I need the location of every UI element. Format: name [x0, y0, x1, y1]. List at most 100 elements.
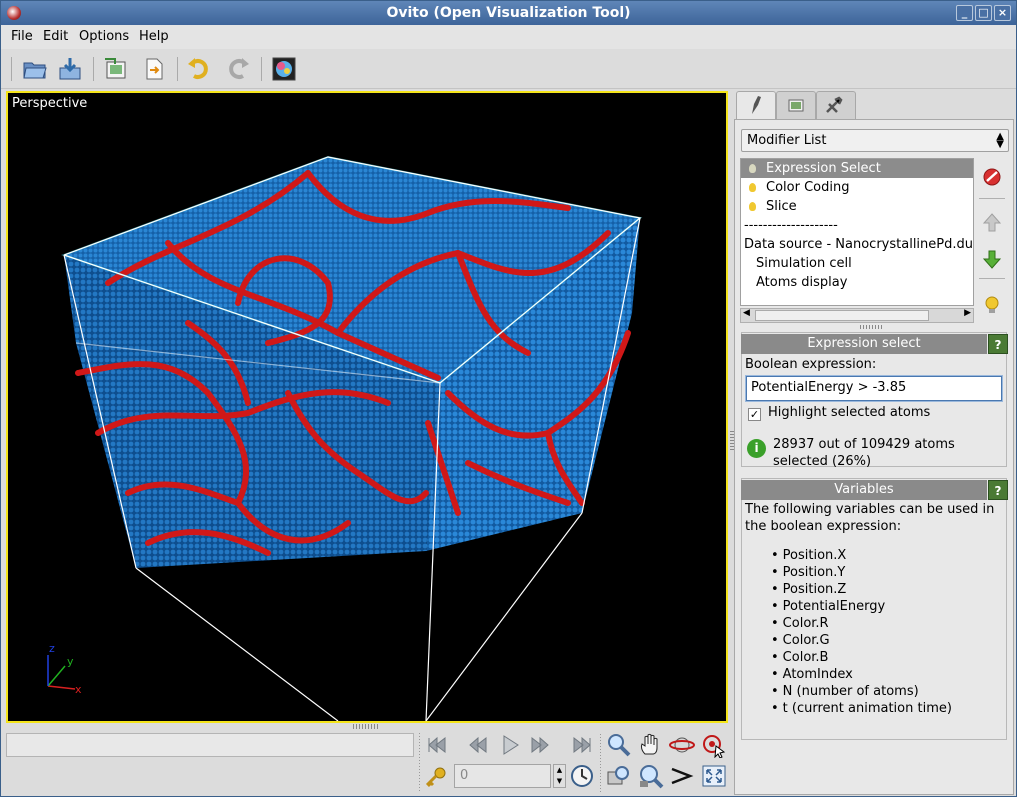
expression-help-button[interactable]: ?: [988, 334, 1008, 354]
list-item: Color.R: [771, 615, 952, 632]
frame-spinner-input[interactable]: 0: [454, 764, 551, 788]
highlight-checkbox-label[interactable]: Highlight selected atoms: [768, 405, 930, 420]
window-title: Ovito (Open Visualization Tool): [386, 5, 631, 21]
perspective-icon[interactable]: [668, 763, 696, 789]
list-item: Position.Y: [771, 564, 952, 581]
export-image-icon[interactable]: [103, 56, 129, 82]
list-item-expression-select[interactable]: Expression Select: [741, 159, 973, 178]
list-item-slice[interactable]: Slice: [741, 197, 973, 216]
list-item: AtomIndex: [771, 666, 952, 683]
status-bar-lower: [6, 763, 414, 787]
step-forward-icon[interactable]: [526, 732, 554, 758]
pencil-icon: [752, 96, 761, 114]
modifier-stack-list[interactable]: Expression Select Color Coding Slice ---…: [740, 158, 974, 306]
bulb-icon[interactable]: [749, 164, 756, 173]
render-tab[interactable]: [776, 91, 816, 119]
close-button[interactable]: ×: [994, 5, 1011, 21]
toolbar-separator: [261, 57, 262, 81]
axis-z-label: z: [49, 642, 55, 655]
scroll-right-icon[interactable]: ▶: [964, 308, 971, 318]
list-item-atoms-display[interactable]: Atoms display: [741, 273, 973, 292]
list-item: N (number of atoms): [771, 683, 952, 700]
toolbar-separator: [177, 57, 178, 81]
clock-icon[interactable]: [569, 763, 595, 789]
redo-icon[interactable]: [225, 56, 251, 82]
menu-options[interactable]: Options: [79, 29, 129, 44]
anim-toolbar-grip: [419, 733, 420, 791]
boolean-expression-input[interactable]: PotentialEnergy > -3.85: [746, 376, 1002, 401]
modifier-list-combo[interactable]: Modifier List ▲ ▼: [741, 129, 1009, 152]
open-folder-icon[interactable]: [22, 56, 48, 82]
menu-help[interactable]: Help: [139, 29, 169, 44]
list-separator: --------------------: [744, 218, 838, 233]
perspective-viewport[interactable]: Perspective x y z: [6, 91, 728, 723]
variables-help-button[interactable]: ?: [988, 480, 1008, 500]
title-bar: Ovito (Open Visualization Tool) _ □ ×: [1, 1, 1016, 25]
selection-status-line2: selected (26%): [773, 454, 872, 469]
toggle-modifier-bulb-icon[interactable]: [979, 292, 1005, 318]
maximize-button[interactable]: □: [975, 5, 992, 21]
orbit-icon[interactable]: [668, 732, 696, 758]
move-down-icon[interactable]: [979, 246, 1005, 272]
variables-intro-line2: the boolean expression:: [745, 519, 902, 534]
minimize-button[interactable]: _: [956, 5, 973, 21]
play-icon[interactable]: [496, 732, 524, 758]
list-item: Position.Z: [771, 581, 952, 598]
export-file-icon[interactable]: [141, 56, 167, 82]
zoom-icon[interactable]: [605, 732, 633, 758]
undo-icon[interactable]: [186, 56, 212, 82]
list-item-color-coding[interactable]: Color Coding: [741, 178, 973, 197]
main-toolbar: [1, 49, 1016, 89]
main-window: Ovito (Open Visualization Tool) _ □ × Fi…: [0, 0, 1017, 797]
scroll-left-icon[interactable]: ◀: [743, 308, 750, 318]
nav-toolbar-grip: [600, 734, 601, 792]
highlight-checkbox[interactable]: ✓: [748, 408, 761, 421]
button-separator: [979, 198, 1005, 199]
fov-icon[interactable]: [605, 763, 633, 789]
delete-modifier-icon[interactable]: [979, 164, 1005, 190]
selection-status-line1: 28937 out of 109429 atoms: [773, 437, 955, 452]
scroll-thumb[interactable]: [755, 310, 929, 321]
variables-list: Position.X Position.Y Position.Z Potenti…: [771, 547, 952, 717]
modifier-list-hscrollbar[interactable]: ◀ ▶: [740, 308, 974, 323]
bulb-icon[interactable]: [749, 183, 756, 192]
menu-file[interactable]: File: [11, 29, 33, 44]
bulb-icon[interactable]: [749, 202, 756, 211]
import-file-icon[interactable]: [57, 56, 83, 82]
list-item-simulation-cell[interactable]: Simulation cell: [741, 254, 973, 273]
list-item: Position.X: [771, 547, 952, 564]
go-to-start-icon[interactable]: [423, 732, 451, 758]
command-panel: Modifier List ▲ ▼ Expression Select Color…: [734, 91, 1016, 795]
zoom-extents-icon[interactable]: [637, 763, 665, 789]
step-back-icon[interactable]: [464, 732, 492, 758]
variables-intro-line1: The following variables can be used in: [745, 502, 995, 517]
go-to-end-icon[interactable]: [568, 732, 596, 758]
tools-icon: [826, 96, 843, 113]
expression-select-header[interactable]: Expression select: [741, 334, 987, 354]
splitter-handle[interactable]: [353, 724, 379, 729]
render-icon[interactable]: [271, 56, 297, 82]
modifier-list-combo-label: Modifier List: [747, 133, 827, 148]
frame-spinner-arrows[interactable]: ▲ ▼: [553, 764, 566, 788]
list-item: PotentialEnergy: [771, 598, 952, 615]
list-item-data-source[interactable]: Data source - NanocrystallinePd.dump: [741, 235, 973, 254]
utilities-tab[interactable]: [816, 91, 856, 119]
list-item: t (current animation time): [771, 700, 952, 717]
modify-tab[interactable]: [736, 91, 776, 121]
variables-header[interactable]: Variables: [741, 480, 987, 500]
list-resize-grip[interactable]: [860, 325, 884, 329]
combo-arrows-icon: ▲ ▼: [996, 131, 1004, 150]
info-icon: i: [747, 439, 766, 458]
menu-edit[interactable]: Edit: [43, 29, 68, 44]
axis-x-label: x: [75, 683, 82, 696]
list-item: Color.G: [771, 632, 952, 649]
pan-icon[interactable]: [637, 732, 665, 758]
modify-pane: Modifier List ▲ ▼ Expression Select Color…: [734, 119, 1014, 795]
pick-orbit-center-icon[interactable]: [700, 732, 728, 758]
move-up-icon[interactable]: [979, 210, 1005, 236]
maximize-viewport-icon[interactable]: [700, 763, 728, 789]
key-icon[interactable]: [423, 764, 449, 790]
axis-y-label: y: [67, 655, 74, 668]
image-icon: [788, 99, 804, 112]
atoms-scene: [47, 155, 643, 721]
